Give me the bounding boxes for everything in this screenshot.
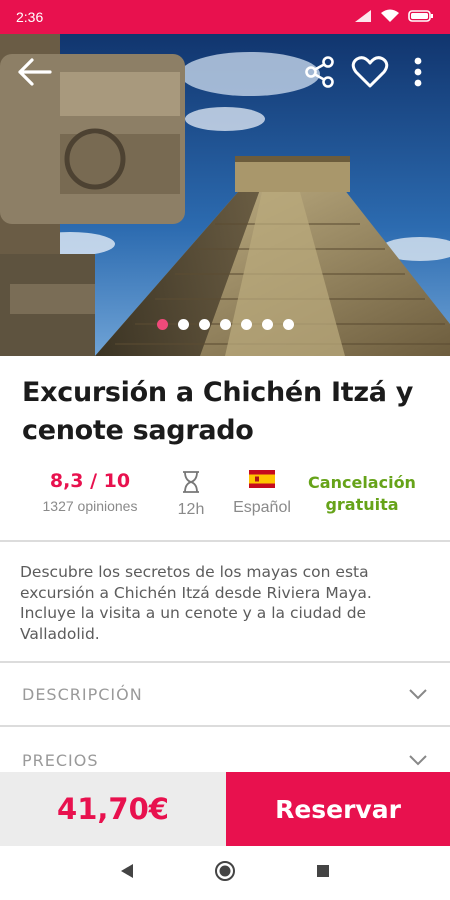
heart-icon xyxy=(351,56,389,88)
share-icon xyxy=(305,56,334,88)
favorite-button[interactable] xyxy=(350,52,390,92)
system-nav-bar xyxy=(0,846,450,900)
more-vert-icon xyxy=(414,57,422,87)
more-options-button[interactable] xyxy=(398,52,438,92)
rating-block: 8,3 / 10 1327 opiniones xyxy=(30,470,150,514)
back-arrow-icon xyxy=(18,58,52,86)
status-bar: 2:36 xyxy=(0,0,450,34)
back-button[interactable] xyxy=(14,52,54,92)
divider xyxy=(0,725,450,727)
tour-description: Descubre los secretos de los mayas con e… xyxy=(20,563,372,643)
nav-home-icon xyxy=(215,860,235,881)
chevron-down-icon xyxy=(409,755,427,766)
carousel-indicators xyxy=(0,319,450,330)
rating-value: 8,3 / 10 xyxy=(49,470,131,492)
spain-flag-icon xyxy=(249,470,275,488)
carousel-dot[interactable] xyxy=(198,319,210,330)
divider xyxy=(0,540,450,542)
nav-recents-icon xyxy=(317,864,329,877)
status-time: 2:36 xyxy=(16,9,44,25)
battery-icon xyxy=(408,9,434,26)
carousel-dot[interactable] xyxy=(156,319,168,330)
hero-image-carousel[interactable] xyxy=(0,34,450,356)
cancellation-block: Cancelación gratuita xyxy=(300,470,424,516)
carousel-dot[interactable] xyxy=(261,319,273,330)
price-value: 41,70€ xyxy=(57,792,169,826)
carousel-dot[interactable] xyxy=(219,319,231,330)
carousel-dot[interactable] xyxy=(240,319,252,330)
carousel-dot[interactable] xyxy=(282,319,294,330)
tour-title: Excursión a Chichén Itzá y cenote sagrad… xyxy=(22,377,414,446)
duration-value: 12h xyxy=(177,501,205,518)
nav-recents-button[interactable] xyxy=(316,864,330,883)
section-description[interactable]: DESCRIPCIÓN xyxy=(0,664,450,724)
language-block: Español xyxy=(224,470,300,517)
booking-bar: 41,70€ Reservar xyxy=(0,772,450,846)
section-description-label: DESCRIPCIÓN xyxy=(22,684,143,704)
reviews-count: 1327 opiniones xyxy=(42,498,138,514)
nav-back-button[interactable] xyxy=(120,863,134,884)
price-box: 41,70€ xyxy=(0,772,226,846)
language-value: Español xyxy=(233,499,291,516)
reserve-button[interactable]: Reservar xyxy=(226,772,450,846)
share-button[interactable] xyxy=(300,52,340,92)
tour-facts: 8,3 / 10 1327 opiniones 12h Español Canc… xyxy=(0,470,450,530)
hourglass-icon xyxy=(183,471,199,493)
nav-home-button[interactable] xyxy=(214,860,236,887)
carousel-dot[interactable] xyxy=(177,319,189,330)
cancellation-text: Cancelación gratuita xyxy=(308,473,416,514)
wifi-icon xyxy=(380,9,400,26)
section-prices-label: PRECIOS xyxy=(22,750,99,770)
divider xyxy=(0,661,450,663)
nav-back-icon xyxy=(121,863,133,878)
chevron-down-icon xyxy=(409,689,427,700)
signal-icon xyxy=(354,9,372,26)
duration-block: 12h xyxy=(168,470,214,519)
